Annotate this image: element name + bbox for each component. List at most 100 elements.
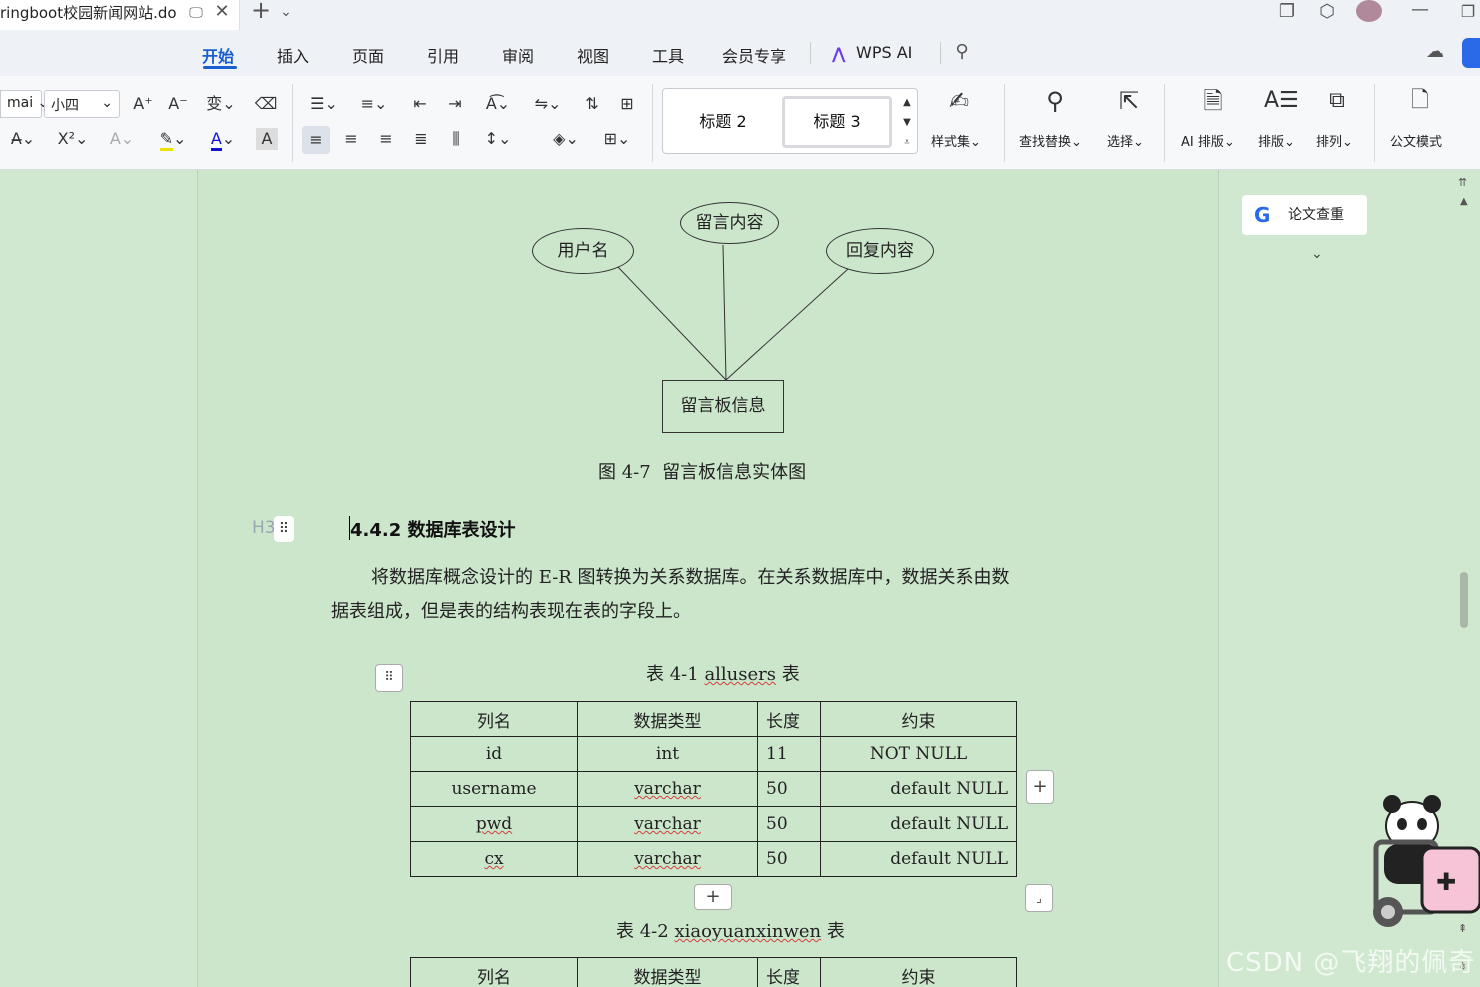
maximize-icon[interactable]: ❐: [1458, 2, 1478, 22]
cell-column-name[interactable]: username: [410, 771, 578, 807]
expand-chevron-icon[interactable]: ⌄: [1311, 246, 1323, 262]
header-constraint[interactable]: 约束: [820, 957, 1017, 987]
line-spacing-icon[interactable]: ↕⌄: [480, 128, 516, 150]
minimize-icon[interactable]: —: [1410, 0, 1430, 20]
arrange-icon[interactable]: ⧉: [1322, 90, 1352, 112]
cell-column-name[interactable]: id: [410, 736, 578, 772]
shading-icon[interactable]: ◈⌄: [548, 128, 584, 150]
official-mode-button[interactable]: 公文模式: [1390, 131, 1442, 150]
menu-tools[interactable]: 工具: [652, 43, 684, 67]
align-left-icon[interactable]: ≡: [302, 126, 330, 154]
cell-length[interactable]: 11: [757, 736, 821, 772]
menu-view[interactable]: 视图: [577, 43, 609, 67]
cell-length[interactable]: 50: [757, 841, 821, 877]
paragraph-line-1[interactable]: 将数据库概念设计的 E-R 图转换为关系数据库。在关系数据库中，数据关系由数: [371, 563, 1010, 589]
cube-icon[interactable]: ⬡: [1316, 2, 1338, 22]
cell-length[interactable]: 50: [757, 771, 821, 807]
layout-icon[interactable]: A☰: [1264, 90, 1299, 112]
add-row-icon[interactable]: +: [694, 884, 732, 910]
char-shading-icon[interactable]: A: [256, 128, 278, 150]
font-size-combo[interactable]: 小四 ⌄: [44, 90, 120, 118]
style-heading-3[interactable]: 标题 3: [782, 96, 892, 148]
header-length[interactable]: 长度: [757, 701, 821, 737]
menu-wps-ai[interactable]: WPS AI: [856, 43, 912, 62]
menu-member[interactable]: 会员专享: [722, 43, 786, 67]
official-doc-icon[interactable]: 🗋: [1405, 90, 1435, 112]
style-set-button[interactable]: 样式集⌄: [931, 131, 981, 150]
select-button[interactable]: 选择⌄: [1107, 131, 1144, 150]
find-replace-button[interactable]: 查找替换⌄: [1019, 131, 1082, 150]
document-tab[interactable]: ringboot校园新闻网站.do 🖵 ✕: [0, 0, 240, 30]
monitor-icon[interactable]: 🖵: [186, 3, 206, 23]
cell-length[interactable]: 50: [757, 806, 821, 842]
table-move-handle-icon[interactable]: ⠿: [375, 664, 403, 692]
sort-icon[interactable]: ⇋⌄: [530, 93, 566, 115]
style-heading-2[interactable]: 标题 2: [668, 96, 778, 148]
table1[interactable]: 列名 数据类型 长度 约束 id int 11 NOT NULL usernam…: [410, 701, 1017, 877]
align-center-icon[interactable]: ≡: [339, 128, 363, 150]
sort-az-icon[interactable]: ⇅: [580, 93, 604, 115]
distribute-icon[interactable]: ⫼: [444, 128, 468, 150]
phonetic-icon[interactable]: 变⌄: [203, 93, 239, 115]
cell-constraint[interactable]: NOT NULL: [820, 736, 1017, 772]
scroll-thumb[interactable]: [1460, 572, 1468, 628]
paper-check-button[interactable]: G 论文查重: [1242, 195, 1367, 235]
highlight-icon[interactable]: ✎⌄: [155, 128, 191, 151]
paragraph-line-2[interactable]: 据表组成，但是表的结构表现在表的字段上。: [331, 597, 691, 623]
style-set-icon[interactable]: ✍: [944, 89, 974, 113]
font-color-icon[interactable]: A⌄: [205, 128, 241, 151]
ai-layout-icon[interactable]: 🗎: [1198, 89, 1228, 113]
window-restore-icon[interactable]: ❐: [1276, 2, 1298, 22]
menu-references[interactable]: 引用: [427, 43, 459, 67]
header-data-type[interactable]: 数据类型: [577, 957, 758, 987]
scroll-up-icon[interactable]: ▲: [1460, 196, 1468, 207]
grow-font-icon[interactable]: A⁺: [131, 93, 155, 115]
cell-constraint[interactable]: default NULL: [820, 806, 1017, 842]
styles-more-icon[interactable]: ⩡: [898, 132, 916, 154]
cell-column-name[interactable]: pwd: [410, 806, 578, 842]
search-icon[interactable]: ⚲: [951, 42, 973, 62]
header-column-name[interactable]: 列名: [410, 957, 578, 987]
header-column-name[interactable]: 列名: [410, 701, 578, 737]
add-column-icon[interactable]: +: [1026, 770, 1054, 804]
header-length[interactable]: 长度: [757, 957, 821, 987]
shrink-font-icon[interactable]: A⁻: [166, 93, 190, 115]
header-constraint[interactable]: 约束: [820, 701, 1017, 737]
increase-indent-icon[interactable]: ⇥: [443, 93, 467, 115]
drag-handle-icon[interactable]: ⠿: [274, 516, 294, 542]
superscript-icon[interactable]: X²⌄: [56, 128, 90, 150]
menu-home[interactable]: 开始: [202, 43, 234, 67]
cell-data-type[interactable]: varchar: [577, 841, 758, 877]
find-replace-icon[interactable]: ⚲: [1040, 89, 1070, 113]
text-effect-icon[interactable]: A⌄: [104, 128, 140, 150]
cell-data-type[interactable]: varchar: [577, 806, 758, 842]
cell-data-type[interactable]: varchar: [577, 771, 758, 807]
menu-page[interactable]: 页面: [352, 43, 384, 67]
menu-insert[interactable]: 插入: [277, 43, 309, 67]
styles-up-icon[interactable]: ▲: [898, 92, 916, 114]
justify-icon[interactable]: ≣: [409, 128, 433, 150]
bullets-icon[interactable]: ☰⌄: [306, 93, 342, 115]
cell-constraint[interactable]: default NULL: [820, 841, 1017, 877]
text-direction-icon[interactable]: A͡⌄: [480, 93, 516, 115]
show-marks-icon[interactable]: ⊞: [615, 93, 639, 115]
share-button[interactable]: [1462, 38, 1480, 68]
layout-button[interactable]: 排版⌄: [1258, 131, 1295, 150]
font-name-combo[interactable]: mai ⌄: [0, 90, 49, 118]
avatar[interactable]: [1356, 0, 1382, 22]
panda-sticker-image[interactable]: ✚: [1366, 792, 1480, 932]
scroll-top-icon[interactable]: ⇈: [1458, 176, 1467, 189]
borders-icon[interactable]: ⊞⌄: [599, 128, 635, 150]
align-right-icon[interactable]: ≡: [374, 128, 398, 150]
clear-format-icon[interactable]: ⌫: [254, 93, 278, 115]
section-heading[interactable]: 4.4.2 数据库表设计: [350, 516, 516, 542]
table2[interactable]: 列名 数据类型 长度 约束: [410, 957, 1017, 987]
arrange-button[interactable]: 排列⌄: [1316, 131, 1353, 150]
tab-dropdown-icon[interactable]: ⌄: [278, 2, 294, 22]
cloud-upload-icon[interactable]: ☁: [1424, 42, 1446, 62]
ai-layout-button[interactable]: AI 排版⌄: [1181, 131, 1235, 150]
close-tab-icon[interactable]: ✕: [212, 2, 232, 22]
table-resize-icon[interactable]: ⌟: [1025, 884, 1053, 912]
cell-column-name[interactable]: cx: [410, 841, 578, 877]
numbering-icon[interactable]: ≡⌄: [356, 93, 392, 115]
